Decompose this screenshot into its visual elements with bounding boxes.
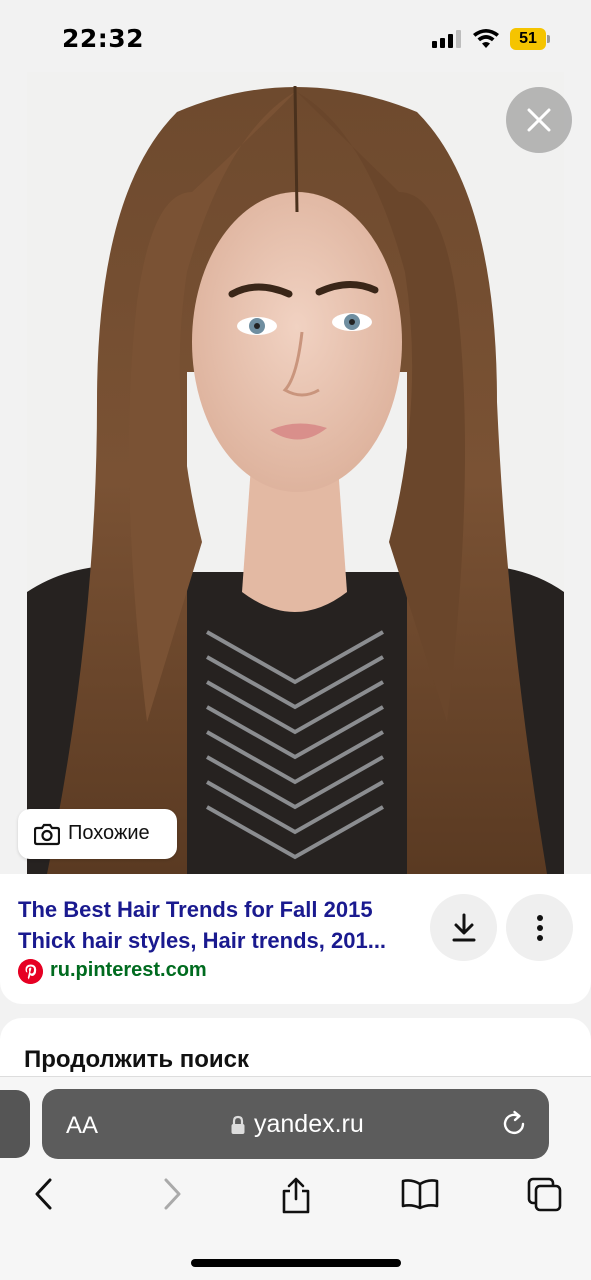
pinterest-icon <box>18 959 43 984</box>
camera-icon <box>34 823 60 846</box>
home-indicator[interactable] <box>191 1259 401 1267</box>
result-title-link[interactable]: The Best Hair Trends for Fall 2015 Thick… <box>18 894 418 956</box>
share-icon[interactable] <box>280 1177 312 1215</box>
more-vertical-icon <box>537 915 543 941</box>
result-image[interactable] <box>27 72 564 874</box>
cellular-signal-icon <box>432 30 462 48</box>
forward-icon[interactable] <box>158 1177 186 1211</box>
status-time: 22:32 <box>62 24 145 53</box>
bookmarks-icon[interactable] <box>400 1177 440 1211</box>
result-domain-link[interactable]: ru.pinterest.com <box>50 959 207 982</box>
close-icon <box>527 108 551 132</box>
more-options-button[interactable] <box>506 894 573 961</box>
result-card: The Best Hair Trends for Fall 2015 Thick… <box>0 874 591 1004</box>
similar-images-button[interactable]: Похожие <box>18 809 177 859</box>
browser-toolbar: AA yandex.ru <box>0 1076 591 1280</box>
status-bar: 22:32 51 <box>0 0 591 72</box>
previous-tab-preview[interactable] <box>0 1090 30 1158</box>
reload-icon[interactable] <box>501 1110 529 1138</box>
result-title-line-1: The Best Hair Trends for Fall 2015 <box>18 897 373 922</box>
address-bar[interactable]: AA yandex.ru <box>42 1089 549 1159</box>
text-size-button[interactable]: AA <box>66 1112 98 1140</box>
continue-search-title: Продолжить поиск <box>24 1046 250 1073</box>
tabs-icon[interactable] <box>527 1177 563 1213</box>
battery-icon: 51 <box>510 28 550 50</box>
wifi-icon <box>473 29 499 48</box>
result-title-line-2: Thick hair styles, Hair trends, 201... <box>18 928 387 953</box>
url-text[interactable]: yandex.ru <box>254 1110 364 1139</box>
close-button[interactable] <box>506 87 572 153</box>
download-icon <box>452 913 476 942</box>
download-button[interactable] <box>430 894 497 961</box>
battery-level: 51 <box>519 30 537 47</box>
similar-images-label: Похожие <box>68 822 150 844</box>
lock-icon <box>231 1115 245 1134</box>
back-icon[interactable] <box>30 1177 58 1211</box>
